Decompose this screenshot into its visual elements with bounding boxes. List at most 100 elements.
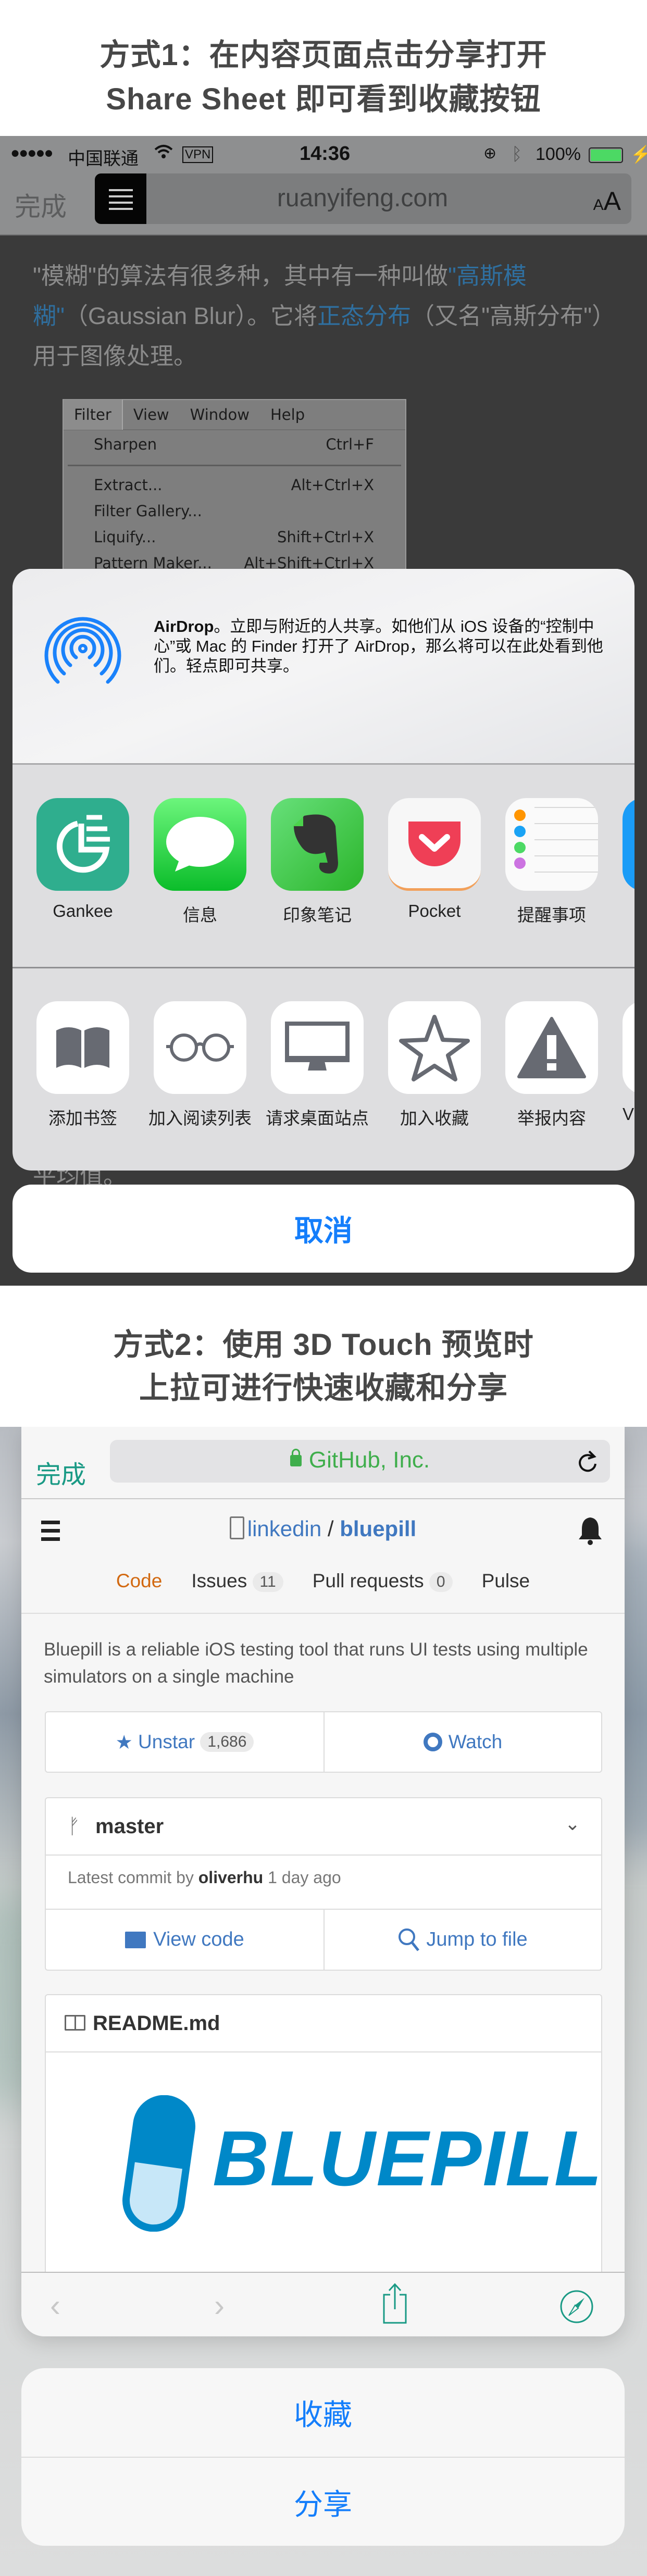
commit-author[interactable]: oliverhu	[198, 1868, 263, 1887]
action-add-bookmark[interactable]: 添加书签	[36, 1001, 129, 1129]
star-count: 1,686	[200, 1732, 254, 1752]
tab-pull-requests[interactable]: Pull requests 0	[313, 1570, 453, 1592]
tab-code[interactable]: Code	[116, 1570, 162, 1592]
branch-name: master	[95, 1815, 164, 1838]
battery-percent: 100%	[536, 144, 581, 164]
section2-title-line2: 上拉可进行快速收藏和分享	[139, 1371, 508, 1405]
repo-title: linkedin / bluepill	[21, 1516, 625, 1541]
action-request-desktop[interactable]: 请求桌面站点	[266, 1001, 369, 1129]
pull-requests-count: 0	[429, 1572, 453, 1592]
star-icon: ★	[115, 1731, 139, 1753]
app-label: 提醒事项	[517, 905, 586, 925]
orientation-lock-icon: ⊕	[483, 145, 497, 162]
desktop-icon	[271, 1001, 364, 1094]
folder-icon	[125, 1931, 146, 1948]
view-code-button[interactable]: View code	[46, 1910, 325, 1970]
vpn-badge: VPN	[182, 146, 214, 163]
signal-dots-icon: ●●●●●	[10, 144, 54, 161]
clock: 14:36	[300, 143, 351, 165]
url-text: ruanyifeng.com	[277, 184, 449, 212]
repo-icon	[229, 1516, 244, 1539]
share-action[interactable]: 分享	[21, 2458, 625, 2546]
issues-count: 11	[252, 1572, 283, 1592]
carrier: 中国联通	[68, 149, 139, 169]
action-add-favorite[interactable]: 加入收藏	[388, 1001, 481, 1129]
action-row: 添加书签 加入阅读列表 请求桌面站点 加入收藏 举报内容 V	[13, 970, 634, 1171]
app-share-row: Gankee 信息 印象笔记 Pocket 提醒事项	[13, 766, 634, 968]
glasses-icon	[154, 1001, 246, 1094]
tab-issues[interactable]: Issues 11	[191, 1570, 283, 1592]
tab-pulse[interactable]: Pulse	[482, 1570, 530, 1592]
3d-touch-preview-screenshot: 完成 GitHub, Inc. linkedin / bluepill Code…	[0, 1427, 647, 2576]
url-field[interactable]: GitHub, Inc.	[110, 1440, 610, 1483]
app-gankee[interactable]: Gankee	[36, 798, 129, 921]
quick-action-sheet: 收藏 分享	[21, 2368, 625, 2546]
text-size-button[interactable]: AA	[593, 186, 621, 216]
latest-commit: Latest commit by oliverhu 1 day ago	[68, 1868, 341, 1887]
reminders-icon	[505, 798, 598, 891]
safari-address-bar: 完成 ruanyifeng.com AA	[0, 173, 647, 235]
action-label: V	[623, 1104, 634, 1124]
done-button[interactable]: 完成	[36, 1454, 86, 1490]
readme-title: README.md	[93, 2012, 220, 2035]
warning-icon	[505, 1001, 598, 1094]
action-label: 加入收藏	[400, 1109, 469, 1128]
gankee-icon	[36, 798, 129, 891]
action-partial[interactable]: V	[623, 1001, 634, 1124]
share-sheet: AirDrop。立即与附近的人共享。如他们从 iOS 设备的“控制中心”或 Ma…	[13, 569, 634, 1171]
app-pocket[interactable]: Pocket	[388, 798, 481, 921]
action-reading-list[interactable]: 加入阅读列表	[148, 1001, 252, 1129]
branch-box: ᚠ master ⌄ Latest commit by oliverhu 1 d…	[45, 1797, 602, 1971]
app-partial[interactable]	[623, 798, 634, 891]
search-icon	[399, 1928, 420, 1951]
notifications-bell-icon[interactable]	[578, 1516, 603, 1546]
app-label: Gankee	[53, 901, 113, 920]
bluepill-pill-icon	[122, 2095, 196, 2232]
share-sheet-screenshot: ●●●●● 中国联通 VPN 14:36 ⊕ ᛒ 100% ⚡ 完成 ruany…	[0, 136, 647, 1286]
menu-view: View	[133, 406, 169, 424]
section1-title-line1: 方式1：在内容页面点击分享打开	[99, 38, 548, 72]
action-label: 加入阅读列表	[148, 1109, 252, 1128]
lock-icon	[290, 1449, 302, 1466]
action-report[interactable]: 举报内容	[505, 1001, 598, 1129]
cancel-button[interactable]: 取消	[13, 1185, 634, 1273]
airdrop-section[interactable]: AirDrop。立即与附近的人共享。如他们从 iOS 设备的“控制中心”或 Ma…	[13, 569, 634, 765]
menu-window: Window	[190, 406, 250, 424]
messages-icon	[154, 798, 246, 891]
watch-button[interactable]: Watch	[325, 1712, 601, 1772]
repo-name-link[interactable]: bluepill	[340, 1516, 416, 1541]
app-evernote[interactable]: 印象笔记	[271, 798, 364, 926]
forward-button[interactable]: ›	[214, 2287, 225, 2323]
url-field[interactable]: ruanyifeng.com AA	[95, 173, 631, 224]
branch-selector[interactable]: ᚠ master ⌄	[46, 1798, 601, 1856]
favorite-action[interactable]: 收藏	[21, 2368, 625, 2457]
back-button[interactable]: ‹	[50, 2287, 60, 2323]
repo-owner-link[interactable]: linkedin	[247, 1516, 321, 1541]
action-label: 添加书签	[48, 1109, 117, 1128]
jump-to-file-button[interactable]: Jump to file	[325, 1910, 601, 1970]
reader-mode-icon[interactable]	[95, 173, 146, 224]
battery-icon	[589, 147, 623, 163]
bluepill-logo-text: BLUEPILL	[213, 2114, 603, 2202]
share-icon[interactable]	[382, 2283, 408, 2325]
bookmark-icon	[36, 1001, 129, 1094]
url-text: GitHub, Inc.	[308, 1447, 430, 1473]
reload-icon[interactable]	[578, 1450, 599, 1473]
menu-item: Sharpen Ctrl+F	[94, 435, 374, 453]
link-normal-distribution[interactable]: 正态分布	[317, 303, 411, 329]
compass-icon[interactable]	[559, 2289, 594, 2324]
menu-item: Extract... Alt+Ctrl+X	[94, 476, 374, 494]
evernote-icon	[271, 798, 364, 891]
chevron-down-icon: ⌄	[564, 1813, 580, 1834]
article-text: "模糊"的算法有很多种，其中有一种叫做"高斯模糊"（Gaussian Blur）…	[33, 263, 616, 369]
status-bar: ●●●●● 中国联通 VPN 14:36 ⊕ ᛒ 100% ⚡	[0, 136, 647, 173]
app-messages[interactable]: 信息	[154, 798, 246, 926]
app-reminders[interactable]: 提醒事项	[505, 798, 598, 926]
book-icon	[65, 2015, 85, 2031]
airdrop-description: AirDrop。立即与附近的人共享。如他们从 iOS 设备的“控制中心”或 Ma…	[154, 617, 603, 675]
unstar-button[interactable]: ★ Unstar 1,686	[46, 1712, 325, 1772]
done-button[interactable]: 完成	[15, 186, 67, 223]
partial-app-icon	[623, 798, 634, 891]
wifi-icon	[154, 144, 173, 165]
app-label: Pocket	[408, 901, 461, 920]
